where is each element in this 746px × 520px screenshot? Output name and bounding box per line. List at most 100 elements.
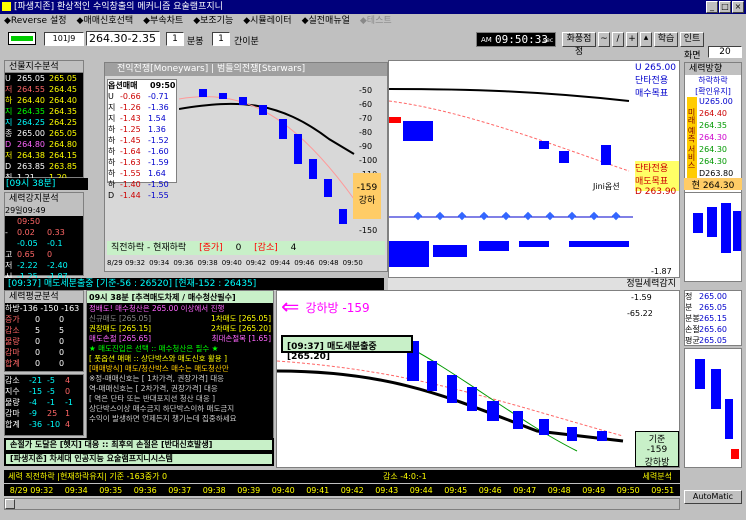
price-change: -2.35 [127, 32, 156, 45]
slash-button[interactable]: / [612, 32, 624, 47]
stat-cell: 감마 [5, 409, 20, 418]
futures-panel-title: 선물지수분석 [5, 61, 83, 73]
avg-row: 감마 0 0 [5, 347, 83, 358]
clock-display: AM 09:50:33 sec [476, 32, 556, 47]
menu-reverse[interactable]: ◆Reverse 설정 [4, 14, 67, 28]
strength-cell: 09:50 [17, 217, 41, 226]
menu-aux[interactable]: ◆보조기능 [193, 14, 233, 28]
upper-diamond [435, 211, 445, 221]
popup-side-label: 강하 [358, 196, 376, 206]
avg-val1: 0 [35, 348, 41, 357]
avg-val1: 0 [35, 337, 41, 346]
count-field[interactable]: 1 [212, 32, 230, 46]
lower-side-label: 손절 [685, 325, 700, 334]
target-sell-box: 단타전용 매도목표 D 263.90 [635, 161, 679, 197]
stat-cell: 4 [65, 420, 71, 429]
option-val1: -1.64 [120, 147, 141, 156]
option-val1: -1.45 [120, 136, 141, 145]
price-display: 264.30-2.35 [86, 31, 160, 46]
futures-row-val2: 264.45 [49, 85, 77, 94]
bottom-status-2: 감소 -4:0:-1 [382, 472, 427, 481]
tilde-button[interactable]: ~ [598, 32, 610, 47]
direction-value: 264.35 [699, 121, 727, 130]
footer-note-1: 손절가 도달은 [헷지] 대응 :: 최후의 손절은 [반대신호발생] [4, 438, 274, 452]
bottom-time-tick: 8/29 09:32 [9, 485, 54, 495]
precision-detect: 정밀세력감지 [388, 278, 680, 290]
direction-value: 264.30 [699, 145, 727, 154]
popup-chart: -50-60-70-80-90-100-110-120-130-140-150-… [179, 86, 377, 249]
automatic-button[interactable]: AutoMatic [684, 490, 742, 504]
lower-side-value: 265.00 [699, 292, 727, 301]
chevron-up-icon[interactable]: ▴ [640, 32, 652, 47]
menu-test[interactable]: ◆테스트 [360, 14, 392, 28]
stat-panel: 감소 -21 -5 4 지수 -15 -5 0 물량 -4 -1 -1 감마 -9 25 1 합계 -36 -10 4 [4, 374, 84, 436]
lower-base-box: 기준 -159 강하방 [635, 431, 679, 468]
futures-rows: U 265.05 265.05 저 264.55 264.45 하 264.40 264.40 지… [5, 73, 83, 183]
bottom-time-tick: 09:50 [616, 485, 640, 495]
futures-row-label: 저 [5, 151, 13, 160]
signal-sell2: 2차매도 [265.20] [211, 324, 271, 333]
popup-time-tick: 09:50 [342, 259, 363, 267]
futures-row-label: 지 [5, 118, 13, 127]
direction-panel: 세력방향 하락하락 [확인유지] 미래 예측 서비스 U265.00 264.40… [684, 62, 742, 194]
stat-cell: -5 [47, 376, 55, 385]
avg-panel: 세력평균분석 하방-136 -150 -163 증가 0 0 감소 5 5 물량 0 0 감마 0 0… [4, 290, 84, 372]
futures-row-label: U [5, 74, 11, 83]
window-buttons: _ □ × [706, 1, 744, 13]
direction-value: 264.40 [699, 109, 727, 118]
option-val1: -1.43 [120, 114, 141, 123]
bottom-time-tick: 09:48 [547, 485, 571, 495]
minimize-button[interactable]: _ [706, 1, 718, 13]
window-titlebar: [파생지존] 환상적인 수익창출의 메커니즘 요술램프지니 [0, 0, 746, 14]
power-icon[interactable] [8, 32, 36, 45]
code-field[interactable]: 101J9 [44, 32, 84, 46]
close-button[interactable]: × [732, 1, 744, 13]
clock-time: 09:50:33 [495, 33, 548, 46]
futures-row: 하 264.40 264.40 [5, 95, 83, 106]
period-field[interactable]: 1 [166, 32, 184, 46]
option-label: 하 [108, 169, 116, 178]
upper-candle [539, 141, 549, 149]
menu-signal[interactable]: ◆매매신호선택 [77, 14, 134, 28]
option-val2: -1.59 [148, 158, 169, 167]
option-label: 지 [108, 114, 116, 123]
avg-val1: 0 [35, 359, 41, 368]
popup-timeaxis: 8/29 09:32 09:34 09:36 09:38 09:40 09:42 09:44… [107, 259, 385, 270]
lower-side-row: 손절 265.60 [685, 324, 741, 335]
futures-row-val1: 265.00 [17, 129, 45, 138]
maximize-button[interactable]: □ [719, 1, 731, 13]
menu-subchart[interactable]: ◆부속차트 [143, 14, 183, 28]
forecast-vertical: 미래 예측 서비스 [687, 97, 697, 181]
popup-ytick: -150 [359, 226, 377, 235]
screen-number[interactable]: 20 [708, 46, 742, 58]
lower-side-rows: 정 265.00 분 265.05 분봉 265.15 손절 265.60 평균 265.05 [685, 291, 741, 346]
lower-side-row: 정 265.00 [685, 291, 741, 302]
popup-title[interactable]: 전익전쟁[Moneywars] | 범들의전쟁[Starwars] [105, 63, 387, 76]
bottom-time-tick: 09:49 [582, 485, 606, 495]
learn-button[interactable]: 학습 [654, 32, 678, 47]
menu-simulator[interactable]: ◆시뮬레이터 [243, 14, 291, 28]
plus-button[interactable]: + [626, 32, 638, 47]
popup-candle [339, 209, 347, 224]
futures-row-label: 저 [5, 85, 13, 94]
futures-row: 저 264.55 264.45 [5, 84, 83, 95]
print-button[interactable]: 인트 [680, 32, 704, 47]
stat-cell: 물량 [5, 398, 20, 407]
lower-side-value: 265.05 [699, 336, 727, 345]
option-val2: 1.64 [148, 169, 166, 178]
menu-manual[interactable]: ◆실전매뉴얼 [302, 14, 350, 28]
popup-ytick: -50 [359, 86, 372, 95]
lower-candle [567, 427, 577, 441]
option-val1: -1.40 [120, 180, 141, 189]
stat-cell: 지수 [5, 387, 20, 396]
horizontal-scrollbar[interactable] [4, 498, 680, 510]
lower-side-value: 265.15 [699, 314, 727, 323]
avg-row: 증가 0 0 [5, 314, 83, 325]
chart-select-button[interactable]: 화풍점정 [562, 32, 596, 57]
buy-target-1: 단타전용 [635, 76, 669, 86]
clock-unit: sec [543, 37, 554, 44]
stat-cell: 25 [47, 409, 58, 418]
futures-row-label: 종 [5, 129, 13, 138]
lower-side-candle [725, 399, 733, 439]
upper-diamond [457, 211, 467, 221]
